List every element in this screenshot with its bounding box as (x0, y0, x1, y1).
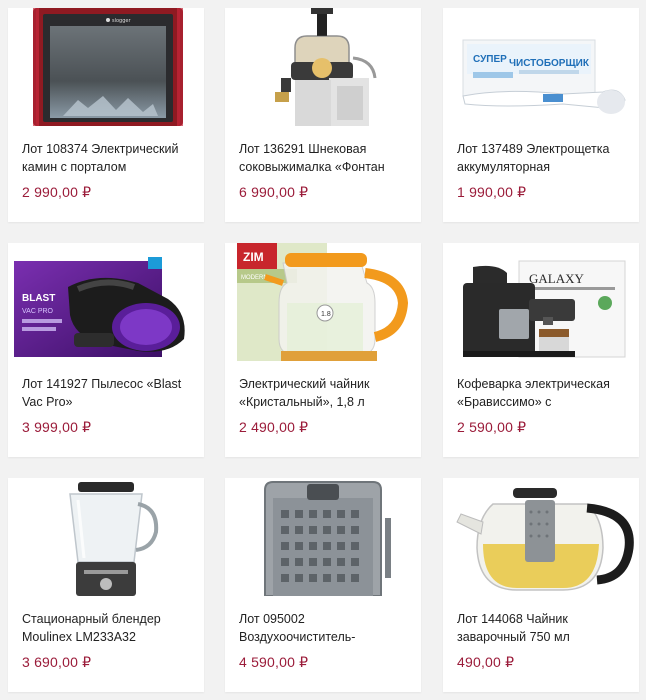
product-card[interactable]: Лот 095002 Воздухоочиститель- 4 590,00 ₽ (225, 478, 421, 692)
product-card[interactable]: Лот 136291 Шнековая соковыжималка «Фонта… (225, 8, 421, 222)
brush-brand-text: СУПЕР (473, 54, 507, 65)
svg-text:MODERN: MODERN (241, 275, 268, 281)
product-card[interactable]: GALAXY Кофеварка электрическая «Брависси… (443, 243, 639, 457)
product-title[interactable]: Лот 137489 Электрощетка аккумуляторная (457, 140, 629, 178)
product-price: 2 590,00 ₽ (457, 419, 527, 435)
product-title[interactable]: Лот 141927 Пылесос «Blast Vac Pro» (22, 375, 194, 413)
slogger-logo: slogger (112, 18, 131, 24)
product-card[interactable]: slogger Лот 108374 Электрический камин с… (8, 8, 204, 222)
product-image-electric-brush[interactable]: СУПЕР ЧИСТОБОРЩИК (443, 8, 639, 126)
product-price: 3 690,00 ₽ (22, 654, 92, 670)
product-price: 2 990,00 ₽ (22, 184, 92, 200)
product-price: 1 990,00 ₽ (457, 184, 527, 200)
product-price: 2 490,00 ₽ (239, 419, 309, 435)
product-price: 4 590,00 ₽ (239, 654, 309, 670)
product-card[interactable]: СУПЕР ЧИСТОБОРЩИК Лот 137489 Электрощетк… (443, 8, 639, 222)
product-image-electric-fireplace[interactable]: slogger (8, 8, 204, 126)
product-title[interactable]: Стационарный блендер Moulinex LM233A32 (22, 610, 194, 648)
coffee-brand-text: GALAXY (529, 271, 584, 286)
product-image-teapot[interactable] (443, 478, 639, 596)
product-grid: slogger Лот 108374 Электрический камин с… (0, 0, 646, 700)
svg-text:ЧИСТОБОРЩИК: ЧИСТОБОРЩИК (509, 58, 590, 69)
product-price: 6 990,00 ₽ (239, 184, 309, 200)
product-image-handheld-vacuum[interactable]: BLAST VAC PRO (8, 243, 204, 361)
product-image-glass-kettle[interactable]: ZIM MODERN 1.8 (225, 243, 421, 361)
product-image-air-purifier[interactable] (225, 478, 421, 596)
product-title[interactable]: Лот 136291 Шнековая соковыжималка «Фонта… (239, 140, 411, 178)
product-card[interactable]: ZIM MODERN 1.8 Электрический чайник «Кри… (225, 243, 421, 457)
kettle-brand-text: ZIM (243, 250, 264, 264)
product-title[interactable]: Лот 144068 Чайник заварочный 750 мл (457, 610, 629, 648)
product-card[interactable]: BLAST VAC PRO Лот 141927 Пылесос «Blast … (8, 243, 204, 457)
product-image-coffee-maker[interactable]: GALAXY (443, 243, 639, 361)
product-price: 490,00 ₽ (457, 654, 515, 670)
product-title[interactable]: Лот 108374 Электрический камин с портало… (22, 140, 194, 178)
product-title[interactable]: Кофеварка электрическая «Брависсимо» с (457, 375, 629, 413)
product-title[interactable]: Лот 095002 Воздухоочиститель- (239, 610, 411, 648)
product-image-juicer[interactable] (225, 8, 421, 126)
svg-text:VAC PRO: VAC PRO (22, 308, 54, 315)
svg-text:1.8: 1.8 (321, 311, 331, 318)
product-card[interactable]: Лот 144068 Чайник заварочный 750 мл 490,… (443, 478, 639, 692)
product-price: 3 999,00 ₽ (22, 419, 92, 435)
product-card[interactable]: Стационарный блендер Moulinex LM233A32 3… (8, 478, 204, 692)
product-title[interactable]: Электрический чайник «Кристальный», 1,8 … (239, 375, 411, 413)
product-image-blender[interactable] (8, 478, 204, 596)
vacuum-brand-text: BLAST (22, 293, 55, 304)
